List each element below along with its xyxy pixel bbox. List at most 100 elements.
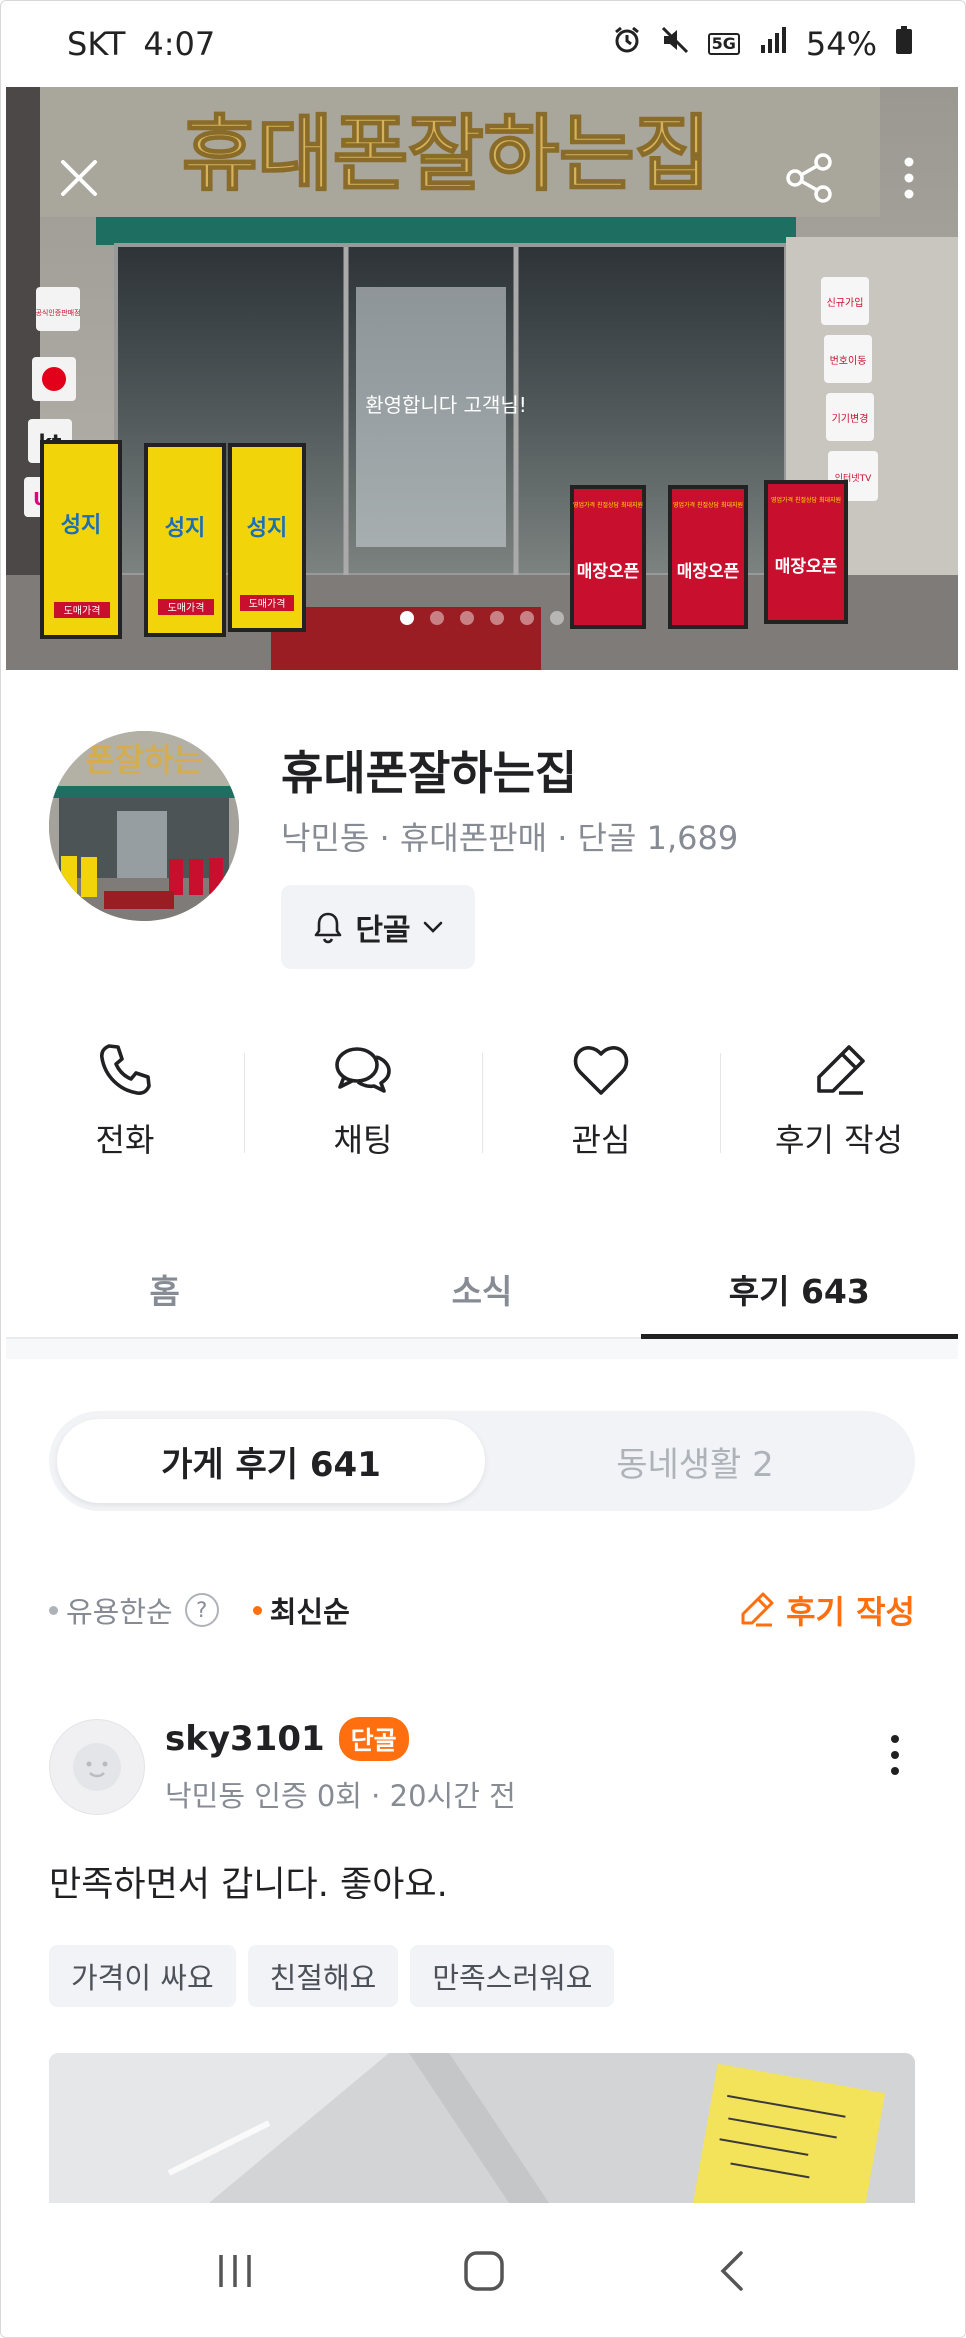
tab-news[interactable]: 소식 bbox=[323, 1241, 640, 1337]
smiley-avatar-icon bbox=[73, 1743, 121, 1791]
tab-home[interactable]: 홈 bbox=[6, 1241, 323, 1337]
carrier-label: SKT bbox=[67, 25, 126, 63]
hero-label-port: 번호이동 bbox=[830, 355, 867, 367]
review-meta: 낙민동 인증 0회 · 20시간 전 bbox=[165, 1779, 516, 1813]
share-button[interactable] bbox=[774, 143, 844, 213]
mute-icon bbox=[660, 25, 690, 63]
sort-helpful-label: 유용한순 bbox=[66, 1595, 173, 1629]
bell-icon bbox=[315, 912, 342, 944]
back-button[interactable] bbox=[688, 2226, 778, 2316]
review-header: sky3101 단골 낙민동 인증 0회 · 20시간 전 bbox=[49, 1717, 915, 1817]
hero-label-official: 공식인증판매점 bbox=[35, 308, 80, 317]
review-tags: 가격이 싸요 친절해요 만족스러워요 bbox=[49, 1945, 615, 2007]
sort-latest[interactable]: 최신순 bbox=[252, 1589, 350, 1631]
review-photo-image bbox=[49, 2053, 915, 2203]
store-profile: 폰잘하는 휴대폰잘하는집 낙민동 · 휴대폰판매 · 단골 1,689 단골 bbox=[49, 731, 919, 971]
more-options-button[interactable] bbox=[874, 143, 944, 213]
app-screen: SKT 4:07 5G 54% 휴대폰잘하는집 환영합니다 고객님! 공식인증판… bbox=[0, 0, 966, 2338]
hero-standee-1-text: 매장오픈 bbox=[577, 562, 640, 582]
carousel-dot[interactable] bbox=[430, 611, 444, 625]
phone-icon bbox=[100, 1044, 151, 1095]
help-icon[interactable]: ? bbox=[184, 1593, 219, 1627]
review-tag: 친절해요 bbox=[247, 1945, 399, 2007]
carousel-dot[interactable] bbox=[460, 611, 474, 625]
store-name: 휴대폰잘하는집 bbox=[281, 746, 578, 800]
write-review-action-button[interactable]: 후기 작성 bbox=[720, 1041, 958, 1171]
store-meta: 낙민동 · 휴대폰판매 · 단골 1,689 bbox=[281, 819, 739, 857]
reviewer-avatar[interactable] bbox=[49, 1719, 145, 1815]
hero-sign-text: 휴대폰잘하는집 bbox=[182, 107, 710, 202]
sort-bullet-active bbox=[252, 1605, 262, 1615]
hero-welcome-text: 환영합니다 고객님! bbox=[365, 393, 527, 417]
carousel-dot[interactable] bbox=[490, 611, 504, 625]
recent-apps-button[interactable] bbox=[190, 2226, 280, 2316]
pencil-icon bbox=[741, 1592, 774, 1627]
regular-badge: 단골 bbox=[338, 1717, 409, 1761]
system-navigation-bar bbox=[1, 2203, 965, 2337]
store-avatar[interactable]: 폰잘하는 bbox=[49, 731, 239, 921]
hero-standee-2-text: 매장오픈 bbox=[677, 562, 740, 582]
share-icon bbox=[786, 153, 832, 203]
call-label: 전화 bbox=[95, 1121, 155, 1159]
pencil-icon bbox=[817, 1045, 865, 1095]
sort-helpful[interactable]: 유용한순 ? bbox=[49, 1589, 219, 1631]
tab-reviews[interactable]: 후기 643 bbox=[640, 1241, 959, 1339]
store-tabs: 홈 소식 후기 643 bbox=[6, 1241, 959, 1339]
more-vertical-icon bbox=[904, 157, 914, 199]
avatar-sign-text: 폰잘하는 bbox=[85, 741, 203, 779]
back-icon bbox=[720, 2251, 743, 2291]
community-reviews-toggle[interactable]: 동네생활 2 bbox=[481, 1419, 909, 1503]
hero-standee-2-small: 영업가격 친절상담 최대지원 bbox=[673, 501, 743, 509]
hero-standee-3-text: 매장오픈 bbox=[775, 557, 838, 577]
store-actions: 전화 채팅 관심 후기 작성 bbox=[6, 1041, 958, 1171]
home-icon bbox=[464, 2251, 504, 2291]
favorite-label: 관심 bbox=[571, 1121, 631, 1159]
write-review-button[interactable]: 후기 작성 bbox=[736, 1587, 915, 1633]
hero-board-3-text: 성지 bbox=[247, 516, 287, 541]
carousel-indicator bbox=[6, 611, 958, 625]
favorite-button[interactable]: 관심 bbox=[482, 1041, 720, 1171]
review-tag: 만족스러워요 bbox=[410, 1945, 615, 2007]
carousel-dot[interactable] bbox=[400, 611, 414, 625]
chat-label: 채팅 bbox=[333, 1121, 393, 1159]
hero-label-change: 기기변경 bbox=[832, 412, 869, 425]
close-button[interactable] bbox=[44, 143, 114, 213]
close-icon bbox=[61, 160, 97, 196]
battery-icon bbox=[895, 25, 913, 63]
store-reviews-toggle[interactable]: 가게 후기 641 bbox=[57, 1419, 485, 1503]
chat-icon bbox=[335, 1047, 391, 1093]
review-photo[interactable] bbox=[49, 2053, 915, 2203]
sort-bullet bbox=[49, 1605, 58, 1615]
home-button[interactable] bbox=[439, 2226, 529, 2316]
network-5g-icon: 5G bbox=[707, 33, 740, 55]
hero-standee-3-small: 영업가격 친절상담 최대지원 bbox=[771, 496, 841, 504]
clock: 4:07 bbox=[143, 25, 216, 63]
section-divider bbox=[6, 1339, 958, 1359]
chevron-down-icon bbox=[423, 921, 442, 933]
carousel-dot[interactable] bbox=[520, 611, 534, 625]
write-review-action-label: 후기 작성 bbox=[775, 1121, 903, 1159]
heart-icon bbox=[573, 1046, 629, 1095]
hero-board-3-small: 도매가격 bbox=[249, 597, 286, 610]
signal-icon bbox=[758, 25, 788, 63]
more-vertical-icon bbox=[891, 1735, 899, 1775]
store-avatar-image: 폰잘하는 bbox=[49, 731, 239, 921]
call-button[interactable]: 전화 bbox=[6, 1041, 244, 1171]
review-more-button[interactable] bbox=[875, 1725, 915, 1785]
review-sort-bar: 유용한순 ? 최신순 후기 작성 bbox=[49, 1585, 915, 1635]
regular-customer-button[interactable]: 단골 bbox=[281, 885, 475, 969]
write-review-label: 후기 작성 bbox=[786, 1593, 915, 1631]
hero-board-2-text: 성지 bbox=[165, 516, 205, 541]
hero-label-new: 신규가입 bbox=[827, 296, 864, 309]
regular-customer-label: 단골 bbox=[355, 913, 411, 948]
battery-percent: 54% bbox=[805, 25, 877, 63]
sort-latest-label: 최신순 bbox=[269, 1595, 350, 1629]
carousel-dot[interactable] bbox=[550, 611, 564, 625]
chat-button[interactable]: 채팅 bbox=[244, 1041, 482, 1171]
store-photo-carousel[interactable]: 휴대폰잘하는집 환영합니다 고객님! 공식인증판매점 kt U+ bbox=[6, 87, 958, 670]
reviewer-name[interactable]: sky3101 bbox=[165, 1719, 325, 1759]
hero-board-1-text: 성지 bbox=[61, 513, 101, 538]
review-type-toggle: 가게 후기 641 동네생활 2 bbox=[49, 1411, 915, 1511]
alarm-icon bbox=[612, 25, 642, 63]
recent-apps-icon bbox=[219, 2255, 252, 2287]
